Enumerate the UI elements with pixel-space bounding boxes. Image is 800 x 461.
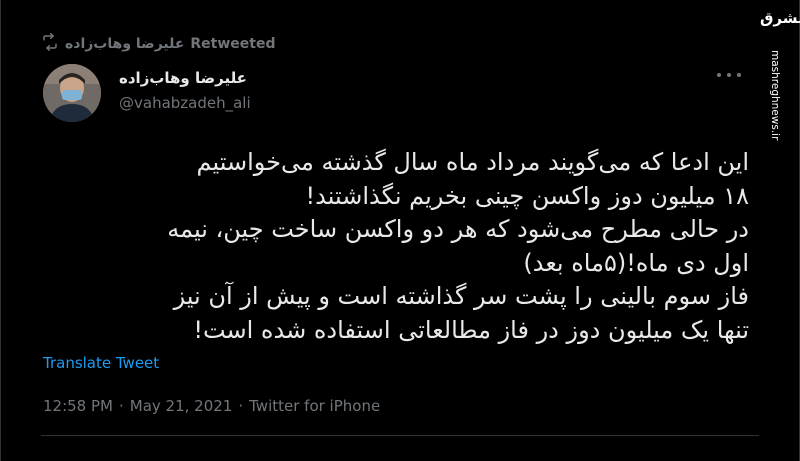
watermark-url: mashreghnews.ir — [759, 50, 789, 141]
retweet-icon — [41, 33, 59, 55]
tweet-line: ۱۸ میلیون دوز واکسن چینی بخریم نگذاشتند! — [305, 181, 750, 210]
meta-separator: · — [118, 397, 124, 415]
author-handle[interactable]: @vahabzadeh_ali — [119, 94, 251, 112]
retweeted-label: Retweeted — [190, 36, 276, 52]
tweet-date[interactable]: May 21, 2021 — [130, 397, 233, 415]
tweet-line: در حالی مطرح می‌شود که هر دو واکسن ساخت … — [167, 215, 749, 243]
author-display-name[interactable]: علیرضا وهاب‌زاده — [119, 69, 247, 87]
divider — [41, 435, 759, 436]
tweet-line: فاز سوم بالینی را پشت سر گذاشته است و پی… — [173, 282, 749, 310]
avatar[interactable] — [43, 64, 101, 122]
watermark-url-text: mashreghnews.ir — [769, 50, 781, 141]
tweet-line: تنها یک میلیون دوز در فاز مطالعاتی استفا… — [193, 315, 749, 344]
retweet-context[interactable]: علیرضا وهاب‌زاده Retweeted — [41, 33, 276, 55]
tweet-line: این ادعا که می‌گویند مرداد ماه سال گذشته… — [196, 148, 749, 176]
tweet-text: این ادعا که می‌گویند مرداد ماه سال گذشته… — [41, 146, 749, 347]
retweeter-name[interactable]: علیرضا وهاب‌زاده — [65, 36, 184, 52]
tweet-frame: علیرضا وهاب‌زاده Retweeted علیرضا وهاب‌ز… — [0, 0, 800, 461]
meta-separator: · — [238, 397, 244, 415]
more-options-icon[interactable] — [717, 66, 741, 84]
watermark-logo: مشرق — [760, 9, 800, 27]
tweet-time[interactable]: 12:58 PM — [43, 397, 113, 415]
translate-tweet-link[interactable]: Translate Tweet — [43, 354, 159, 372]
tweet-metadata: 12:58 PM · May 21, 2021 · Twitter for iP… — [43, 397, 380, 415]
tweet-line: اول دی ماه!(۵ماه بعد) — [523, 248, 749, 277]
tweet-source[interactable]: Twitter for iPhone — [249, 397, 380, 415]
